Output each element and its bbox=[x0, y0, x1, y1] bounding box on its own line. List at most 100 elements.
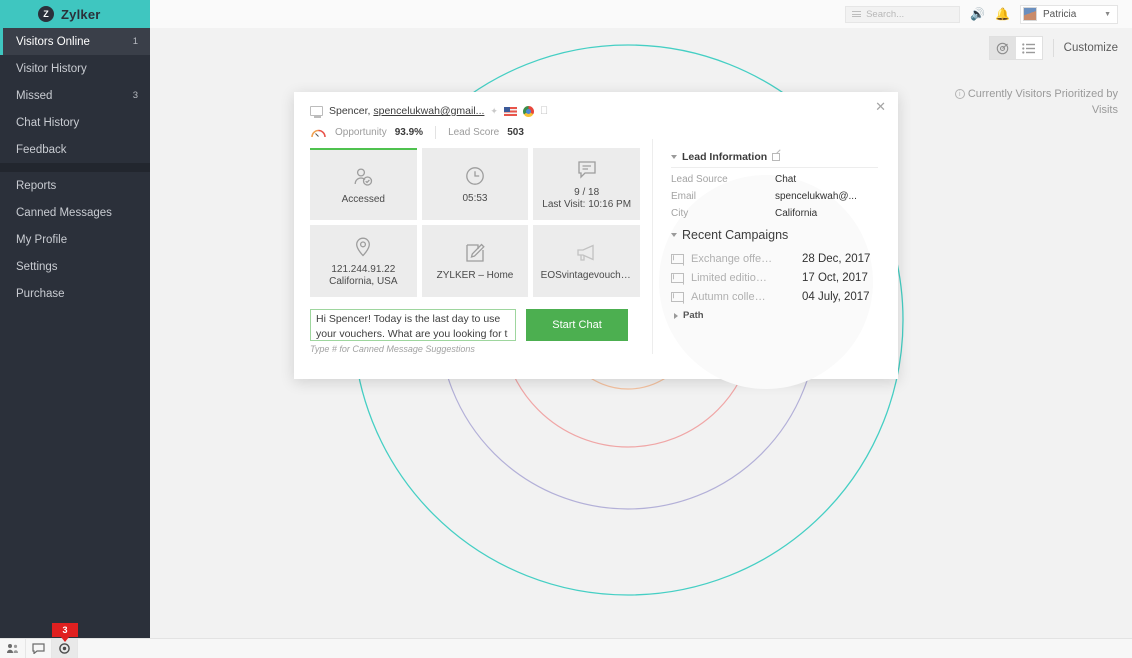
visitor-name-text: Spencer, bbox=[329, 105, 374, 117]
customize-button[interactable]: Customize bbox=[1064, 42, 1118, 54]
sidebar-item-label: Reports bbox=[16, 179, 57, 192]
search-filter-icon[interactable] bbox=[852, 10, 862, 19]
stat-card-grid: Accessed 05:53 9 / 18 Last Visit: 10:16 … bbox=[310, 148, 640, 297]
status-badge: 3 bbox=[52, 623, 78, 642]
opportunity-label: Opportunity bbox=[335, 127, 387, 138]
visitor-name: Spencer, spencelukwah@gmail... bbox=[329, 105, 484, 117]
campaign-item[interactable]: Exchange offe… 28 Dec, 2017 bbox=[671, 253, 878, 265]
lead-information-header[interactable]: Lead Information bbox=[671, 151, 878, 168]
modal-right-column: Lead Information Lead Source Chat Email … bbox=[652, 139, 878, 389]
message-input[interactable]: Hi Spencer! Today is the last day to use… bbox=[310, 309, 516, 341]
mail-icon bbox=[671, 273, 684, 283]
field-value: Chat bbox=[775, 174, 797, 185]
radar-glyph bbox=[996, 42, 1009, 54]
sidebar-item-label: Settings bbox=[16, 260, 58, 273]
campaign-name: Autumn colle… bbox=[691, 291, 766, 303]
location-pin-icon bbox=[353, 235, 373, 259]
campaign-item[interactable]: Limited editio… 17 Oct, 2017 bbox=[671, 272, 878, 284]
metrics-divider bbox=[435, 126, 437, 139]
user-name: Patricia bbox=[1043, 8, 1077, 20]
stat-card-label: ZYLKER – Home bbox=[436, 269, 514, 281]
star-icon[interactable]: ✦ bbox=[490, 106, 498, 117]
campaign-date: 04 July, 2017 bbox=[802, 291, 870, 303]
chevron-down-icon: ▼ bbox=[1104, 10, 1111, 18]
visitors-glyph bbox=[7, 644, 18, 653]
external-link-icon[interactable] bbox=[772, 153, 781, 161]
recent-campaigns-header[interactable]: Recent Campaigns bbox=[671, 228, 878, 246]
chat-bubble-glyph bbox=[578, 160, 596, 179]
field-value: California bbox=[775, 208, 818, 219]
brand-name: Zylker bbox=[61, 6, 101, 22]
visitor-email[interactable]: spencelukwah@gmail... bbox=[373, 105, 484, 117]
avatar bbox=[1023, 7, 1037, 21]
user-menu[interactable]: Patricia ▼ bbox=[1020, 4, 1118, 24]
monitor-icon bbox=[310, 106, 323, 118]
sidebar-item-my-profile[interactable]: My Profile bbox=[0, 226, 150, 253]
sidebar-item-reports[interactable]: Reports bbox=[0, 172, 150, 199]
stat-card-line1: 9 / 18 bbox=[574, 186, 600, 198]
close-icon[interactable]: ✕ bbox=[875, 100, 886, 113]
sidebar-nav: Visitors Online 1 Visitor History Missed… bbox=[0, 28, 150, 307]
sidebar-item-visitor-history[interactable]: Visitor History bbox=[0, 55, 150, 82]
stat-card-chats[interactable]: 9 / 18 Last Visit: 10:16 PM bbox=[533, 148, 640, 220]
user-check-glyph bbox=[354, 167, 373, 186]
field-key: City bbox=[671, 208, 689, 219]
list-glyph bbox=[1022, 42, 1036, 54]
sidebar-item-chat-history[interactable]: Chat History bbox=[0, 109, 150, 136]
campaign-name: Limited editio… bbox=[691, 272, 767, 284]
stat-card-location[interactable]: 121.244.91.22 California, USA bbox=[310, 225, 417, 297]
search-input[interactable]: Search... bbox=[845, 5, 961, 23]
chat-bubble-icon bbox=[576, 158, 598, 182]
sidebar-item-label: Purchase bbox=[16, 287, 65, 300]
megaphone-glyph bbox=[577, 243, 594, 261]
sidebar: Z Zylker Visitors Online 1 Visitor Histo… bbox=[0, 0, 150, 638]
radar-view-icon[interactable] bbox=[989, 37, 1016, 59]
field-value: spencelukwah@... bbox=[775, 191, 857, 202]
bell-icon[interactable]: 🔔 bbox=[995, 8, 1010, 20]
sidebar-item-purchase[interactable]: Purchase bbox=[0, 280, 150, 307]
sidebar-item-badge: 3 bbox=[132, 90, 138, 101]
sidebar-item-canned-messages[interactable]: Canned Messages bbox=[0, 199, 150, 226]
modal-header: Spencer, spencelukwah@gmail... ✦  Oppor… bbox=[294, 92, 898, 139]
view-toolbar: Customize bbox=[988, 36, 1118, 60]
sidebar-item-feedback[interactable]: Feedback bbox=[0, 136, 150, 163]
apple-icon:  bbox=[540, 105, 548, 117]
stat-card-line2: Last Visit: 10:16 PM bbox=[542, 198, 632, 210]
stat-card-label: 121.244.91.22 California, USA bbox=[325, 264, 401, 288]
lead-field-city: City California bbox=[671, 208, 878, 219]
list-view-icon[interactable] bbox=[1016, 37, 1042, 59]
path-title: Path bbox=[683, 310, 704, 321]
sidebar-item-settings[interactable]: Settings bbox=[0, 253, 150, 280]
stat-card-label: 9 / 18 Last Visit: 10:16 PM bbox=[538, 187, 635, 211]
start-chat-button[interactable]: Start Chat bbox=[526, 309, 628, 341]
speaker-icon[interactable]: 🔊 bbox=[970, 8, 985, 20]
sidebar-divider bbox=[0, 163, 150, 172]
stat-card-page[interactable]: ZYLKER – Home bbox=[421, 225, 529, 297]
stat-card-duration[interactable]: 05:53 bbox=[421, 148, 529, 220]
stat-card-campaign[interactable]: EOSvintagevouchers… bbox=[533, 225, 640, 297]
campaign-name: Exchange offe… bbox=[691, 253, 773, 265]
stat-card-label: Accessed bbox=[341, 193, 385, 205]
us-flag-icon bbox=[503, 106, 517, 116]
campaign-item[interactable]: Autumn colle… 04 July, 2017 bbox=[671, 291, 878, 303]
priority-note: i Currently Visitors Prioritized by Visit… bbox=[948, 86, 1118, 118]
brand-badge: Z bbox=[38, 6, 54, 22]
sidebar-item-visitors-online[interactable]: Visitors Online 1 bbox=[0, 28, 150, 55]
sidebar-item-missed[interactable]: Missed 3 bbox=[0, 82, 150, 109]
search-placeholder: Search... bbox=[866, 8, 905, 20]
stat-card-line2: California, USA bbox=[329, 275, 398, 287]
stat-card-accessed[interactable]: Accessed bbox=[310, 148, 417, 220]
top-bar: Search... 🔊 🔔 Patricia ▼ bbox=[150, 0, 1132, 28]
gauge-icon bbox=[310, 126, 327, 139]
chat-icon[interactable] bbox=[26, 638, 52, 658]
sidebar-item-label: Feedback bbox=[16, 143, 67, 156]
modal-body: Accessed 05:53 9 / 18 Last Visit: 10:16 … bbox=[294, 139, 898, 389]
visitors-icon[interactable] bbox=[0, 638, 26, 658]
brand-logo[interactable]: Z Zylker bbox=[0, 0, 150, 28]
path-section-header[interactable]: Path bbox=[671, 310, 878, 321]
visitor-detail-modal: ✕ Spencer, spencelukwah@gmail... ✦  bbox=[294, 92, 898, 389]
chevron-down-icon bbox=[671, 233, 677, 237]
chrome-icon bbox=[522, 105, 534, 117]
sidebar-item-badge: 1 bbox=[132, 36, 138, 47]
sidebar-item-label: Chat History bbox=[16, 116, 80, 129]
